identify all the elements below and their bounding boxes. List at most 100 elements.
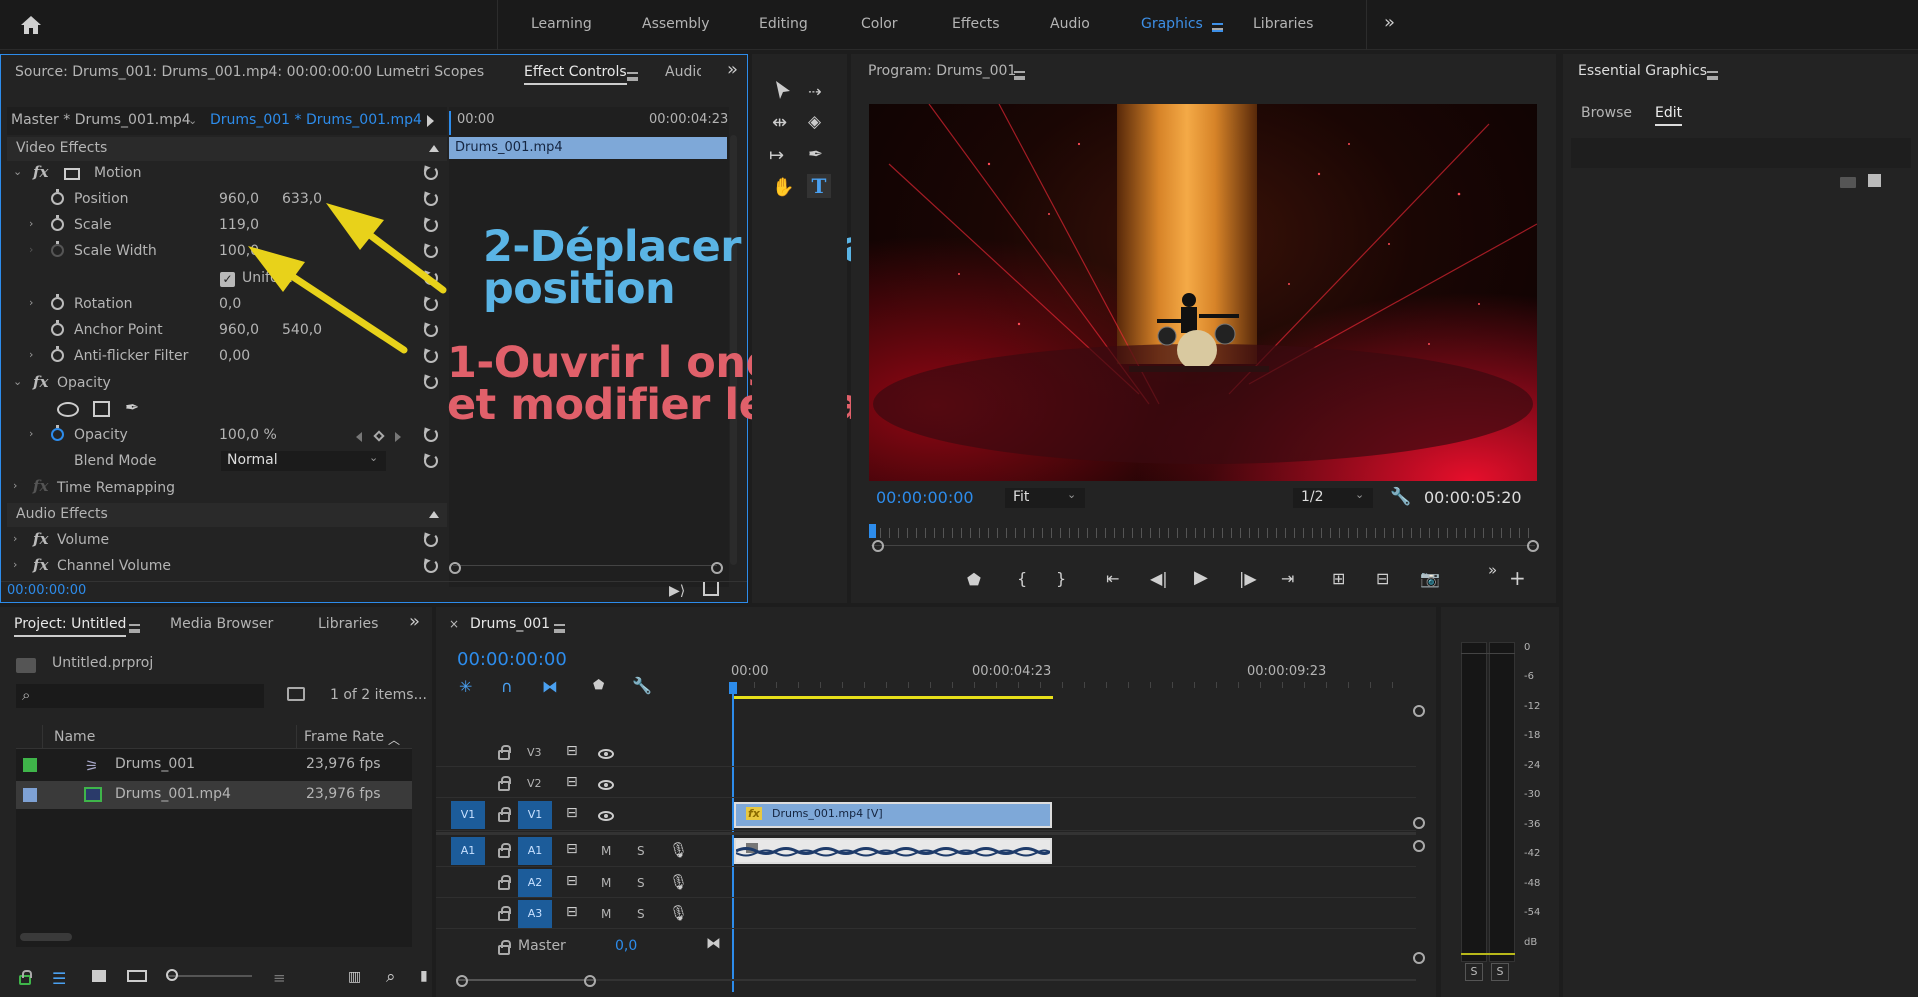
- eye-icon[interactable]: [598, 811, 614, 821]
- tab-edit[interactable]: Edit: [1655, 105, 1683, 126]
- sort-up-icon[interactable]: ︿: [388, 731, 400, 748]
- sort-icon[interactable]: ≡: [273, 969, 286, 987]
- lock-icon[interactable]: [19, 970, 32, 985]
- tab-media-browser[interactable]: Media Browser: [170, 616, 273, 632]
- microphone-icon[interactable]: 🎙: [669, 841, 688, 859]
- track-lock-icon[interactable]: [498, 776, 511, 791]
- microphone-icon[interactable]: 🎙: [669, 904, 688, 922]
- zoom-slider[interactable]: [168, 975, 252, 977]
- solo-button[interactable]: S: [637, 876, 645, 890]
- new-item-icon[interactable]: ▮: [420, 968, 428, 984]
- track-target-a3[interactable]: A3: [518, 900, 552, 928]
- master-track-value[interactable]: 0,0: [615, 938, 637, 954]
- new-item-icon[interactable]: [1868, 174, 1881, 187]
- tab-libraries[interactable]: Libraries: [318, 616, 378, 632]
- project-search-input[interactable]: ⌕: [16, 684, 264, 708]
- horizontal-scrollbar[interactable]: [20, 933, 72, 941]
- mark-in-icon[interactable]: {: [1017, 569, 1027, 588]
- tab-browse[interactable]: Browse: [1581, 105, 1632, 121]
- lift-icon[interactable]: ⊞: [1332, 569, 1345, 588]
- mark-out-icon[interactable]: }: [1056, 569, 1066, 588]
- sync-lock-icon[interactable]: ⊟: [566, 805, 578, 821]
- fit-select[interactable]: Fit ⌄: [1005, 488, 1085, 508]
- automate-icon[interactable]: ▥: [348, 969, 361, 985]
- track-lock-icon[interactable]: [498, 843, 511, 858]
- track-target-v1[interactable]: V1: [518, 801, 552, 829]
- program-menu-icon[interactable]: [1014, 68, 1025, 83]
- selection-tool-icon[interactable]: [774, 80, 792, 104]
- freeform-view-icon[interactable]: [127, 970, 147, 982]
- solo-button[interactable]: S: [637, 844, 645, 858]
- eye-icon[interactable]: [598, 749, 614, 759]
- list-view-icon[interactable]: ☰: [52, 969, 66, 988]
- solo-button[interactable]: S: [637, 907, 645, 921]
- snap-icon[interactable]: ∩: [501, 677, 513, 696]
- close-icon[interactable]: ×: [449, 617, 459, 631]
- slip-tool-icon[interactable]: ↦: [769, 145, 784, 166]
- tab-project[interactable]: Project: Untitled: [14, 616, 127, 637]
- pen-tool-icon[interactable]: ✒: [808, 144, 823, 165]
- track-lock-icon[interactable]: [498, 906, 511, 921]
- sync-lock-icon[interactable]: ⊟: [566, 873, 578, 889]
- sync-lock-icon[interactable]: ⊟: [566, 743, 578, 759]
- ripple-edit-tool-icon[interactable]: ⇹: [772, 112, 787, 133]
- track-select-tool-icon[interactable]: ⇢: [808, 82, 821, 101]
- column-frame-rate[interactable]: Frame Rate: [304, 729, 384, 745]
- timeline-menu-icon[interactable]: [554, 621, 565, 636]
- list-item[interactable]: ⚞ Drums_001 23,976 fps: [16, 751, 412, 779]
- track-lock-icon[interactable]: [498, 745, 511, 760]
- wrench-icon[interactable]: 🔧: [632, 676, 652, 695]
- icon-view-icon[interactable]: [92, 970, 106, 982]
- add-button-icon[interactable]: +: [1509, 566, 1526, 590]
- track-lock-icon[interactable]: [498, 807, 511, 822]
- transport-more-icon[interactable]: »: [1488, 561, 1497, 579]
- resolution-select[interactable]: 1/2 ⌄: [1293, 488, 1373, 508]
- step-forward-icon[interactable]: |▶: [1239, 569, 1257, 588]
- timeline-tab-title[interactable]: Drums_001: [470, 616, 550, 632]
- label-color-swatch[interactable]: [23, 788, 37, 802]
- track-lock-icon[interactable]: [498, 940, 511, 955]
- play-button[interactable]: ▶: [1194, 567, 1208, 588]
- mute-button[interactable]: M: [601, 876, 611, 890]
- microphone-icon[interactable]: 🎙: [669, 873, 688, 891]
- essential-graphics-title[interactable]: Essential Graphics: [1578, 63, 1707, 79]
- eye-icon[interactable]: [598, 780, 614, 790]
- project-menu-icon[interactable]: [129, 621, 140, 636]
- go-to-end-icon[interactable]: ⧓: [706, 934, 721, 952]
- mute-button[interactable]: M: [601, 844, 611, 858]
- column-name[interactable]: Name: [54, 729, 95, 745]
- project-more-icon[interactable]: »: [409, 611, 420, 632]
- type-tool-icon[interactable]: T: [807, 174, 831, 198]
- timeline-timecode[interactable]: 00:00:00:00: [457, 649, 567, 670]
- add-marker-icon[interactable]: ⬟: [593, 678, 604, 693]
- go-to-out-icon[interactable]: ⇥: [1281, 569, 1294, 588]
- search-icon[interactable]: ⌕: [386, 967, 396, 987]
- track-lock-icon[interactable]: [498, 875, 511, 890]
- razor-tool-icon[interactable]: ◈: [808, 112, 821, 132]
- source-patch-a1[interactable]: A1: [451, 837, 485, 865]
- track-target-a2[interactable]: A2: [518, 869, 552, 897]
- wrench-icon[interactable]: 🔧: [1390, 487, 1411, 507]
- label-color-swatch[interactable]: [23, 758, 37, 772]
- essential-graphics-menu-icon[interactable]: [1707, 68, 1718, 83]
- video-clip[interactable]: fx Drums_001.mp4 [V]: [734, 802, 1052, 828]
- audio-clip[interactable]: [734, 838, 1052, 864]
- camera-icon[interactable]: 📷: [1420, 569, 1440, 588]
- linked-selection-icon[interactable]: ⧓: [542, 677, 558, 696]
- mute-button[interactable]: M: [601, 907, 611, 921]
- timeline-horizontal-scrollbar[interactable]: [456, 975, 596, 987]
- solo-right-button[interactable]: S: [1491, 963, 1509, 981]
- extract-icon[interactable]: ⊟: [1376, 569, 1389, 588]
- sync-lock-icon[interactable]: ⊟: [566, 774, 578, 790]
- nest-icon[interactable]: ✳: [459, 677, 472, 696]
- go-to-in-icon[interactable]: ⇤: [1106, 569, 1119, 588]
- solo-left-button[interactable]: S: [1465, 963, 1483, 981]
- track-target-a1[interactable]: A1: [518, 837, 552, 865]
- work-area-bar[interactable]: [733, 696, 1053, 699]
- find-icon[interactable]: [287, 687, 305, 701]
- folder-icon[interactable]: [1840, 177, 1856, 188]
- program-scrubber[interactable]: [871, 528, 1535, 538]
- source-patch-v1[interactable]: V1: [451, 801, 485, 829]
- program-monitor-title[interactable]: Program: Drums_001: [868, 63, 1016, 79]
- program-playhead[interactable]: [869, 524, 876, 538]
